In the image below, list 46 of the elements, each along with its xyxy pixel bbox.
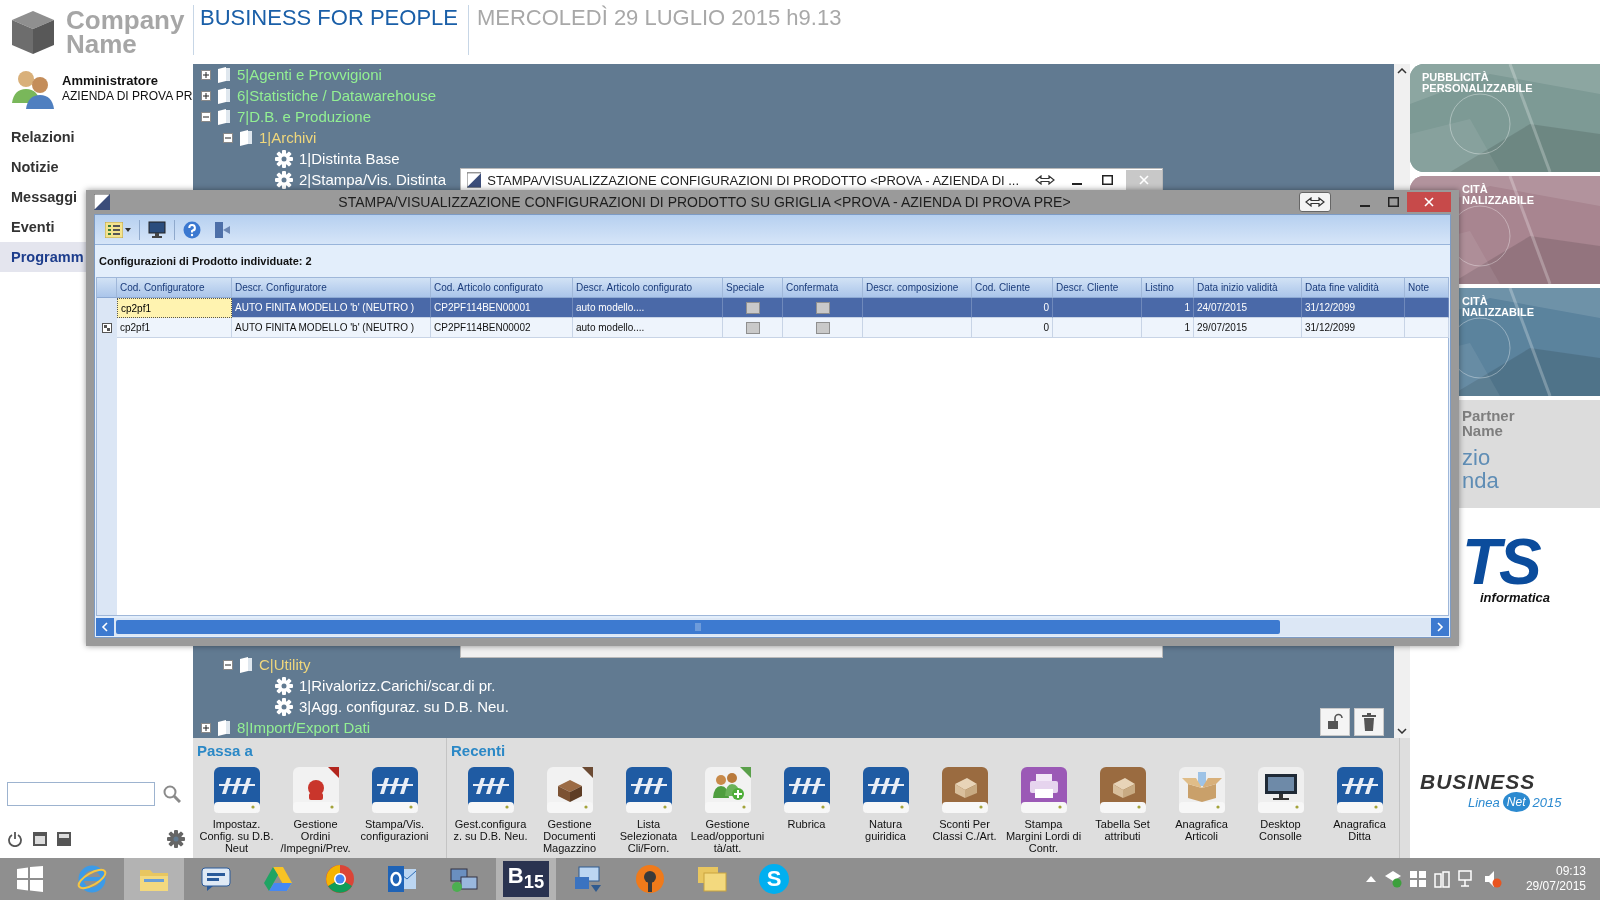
ad-text: CITÀ [1462,184,1489,195]
partner-subtext: nda [1462,469,1500,492]
dock-section-title: Recenti [451,742,507,761]
table-cell: 31/12/2099 [1302,298,1405,318]
date-text: MERCOLEDÌ 29 LUGLIO 2015 h9.13 [467,5,850,55]
table-cell: auto modello.... [573,318,723,338]
ad-text: PUBBLICITÀ [1422,72,1490,83]
table-cell: AUTO FINITA MODELLO 'b' (NEUTRO ) [232,298,431,318]
ad-text: PERSONALIZZABILE [1422,83,1534,94]
table-cell: cp2pf1 [117,318,232,338]
table-cell: 29/07/2015 [1194,318,1302,338]
table-cell: 31/12/2099 [1302,318,1405,338]
table-cell: auto modello.... [573,298,723,318]
ad-text: CITÀ [1462,296,1489,307]
table-cell: 0 [972,298,1053,318]
clock-date: 29/07/2015 [1525,879,1586,894]
app-logo: B$_{15}$ [502,860,550,898]
product-logo-line: Linea [1468,794,1500,810]
table-cell: 24/07/2015 [1194,298,1302,318]
partner-text: Name [1462,423,1504,438]
table-cell: 0 [972,318,1053,338]
company-name: Company Name [66,8,186,56]
window-title: STAMPA/VISUALIZZAZIONE CONFIGURAZIONI DI PRODOTTO SU GRIGLIA <PROVA - AZIENDA DI PROVA PRE> [337,194,1072,210]
table-cell: 1 [1142,318,1194,338]
clock-time: 09:13 [1555,864,1586,879]
vendor-logo-caption: informatica [1480,590,1551,605]
user-company: AZIENDA DI PROVA PR [62,89,193,103]
partner-text: Partner [1462,408,1516,423]
dock-section-title: Passa a [197,742,254,761]
product-logo-year: 2015 [1532,794,1562,810]
slogan: BUSINESS FOR PEOPLE [193,5,468,55]
ad-text: NALIZZABILE [1462,195,1536,206]
table-cell: 1 [1142,298,1194,318]
window-title: STAMPA/VISUALIZZAZIONE CONFIGURAZIONI DI PRODOTTO <PROVA - AZIENDA DI ... [487,172,1020,188]
product-logo-badge: Net [1502,792,1530,812]
table-cell: CP2PF114BEN00001 [431,298,573,318]
table-cell: AUTO FINITA MODELLO 'b' (NEUTRO ) [232,318,431,338]
ad-text: NALIZZABILE [1462,307,1536,318]
result-summary: Configurazioni di Prodotto individuate: 2 [99,255,312,267]
table-cell: CP2PF114BEN00002 [431,318,573,338]
chat-logo: S [759,864,789,894]
user-name: Amministratore [62,73,160,88]
partner-subtext: zio [1462,446,1492,469]
vendor-logo-mark: TS [1462,534,1540,590]
table-cell: cp2pf1 [117,298,232,318]
product-logo-name: BUSINESS [1420,772,1537,792]
